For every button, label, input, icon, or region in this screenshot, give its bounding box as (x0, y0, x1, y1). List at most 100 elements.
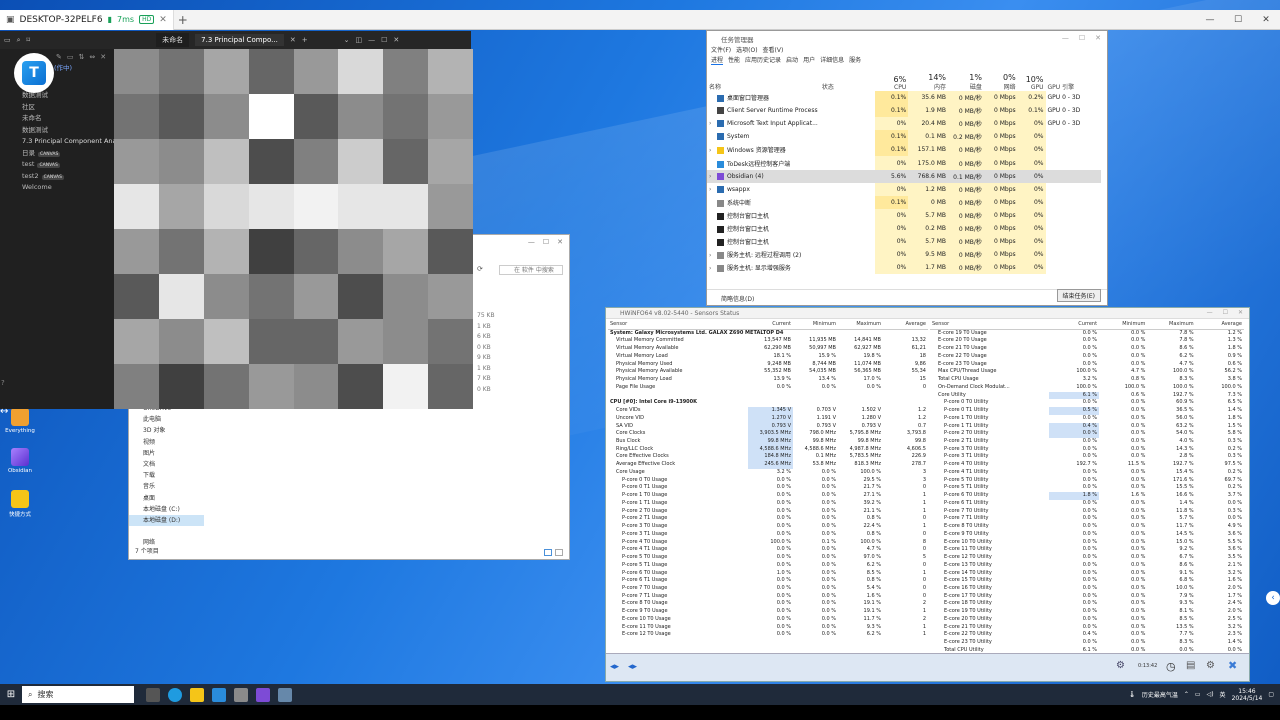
nav-item-pictures[interactable]: 图片 (129, 448, 204, 459)
sensor-row[interactable]: P-core 3 T0 Utility 0.0 % 0.0 % 14.3 % 0.2 % (930, 446, 1244, 454)
process-row[interactable]: 系统中断 0.1% 0 MB 0 MB/秒 0 Mbps 0% (707, 195, 1101, 209)
sensor-row[interactable]: P-core 0 T1 Usage 0.0 % 0.0 % 21.7 % 0 (608, 484, 928, 492)
sensor-row[interactable]: P-core 1 T0 Usage 0.0 % 0.0 % 27.1 % 1 (608, 492, 928, 500)
process-row[interactable]: › Windows 资源管理器 0.1% 157.1 MB 0 MB/秒 0 Mbps 0% (707, 143, 1101, 157)
nav-item-drive-d[interactable]: 本地磁盘 (D:) (129, 514, 204, 527)
settings-icon[interactable]: ⚙ (1206, 660, 1215, 671)
sensor-row[interactable]: E-core 19 T0 Utility 0.0 % 0.0 % 8.1 % 2.0 % (930, 608, 1244, 616)
sensor-row[interactable]: E-core 18 T0 Utility 0.0 % 0.0 % 9.3 % 2.4 % (930, 600, 1244, 608)
tab-services[interactable]: 服务 (849, 55, 861, 65)
sensor-row[interactable]: E-core 19 T0 Usage 0.0 % 0.0 % 7.8 % 1.2 % (930, 329, 1244, 337)
process-row[interactable]: 控制台窗口主机 0% 5.7 MB 0 MB/秒 0 Mbps 0% (707, 208, 1101, 222)
sensor-row[interactable]: P-core 0 T0 Utility 0.0 % 0.0 % 60.9 % 6.5 % (930, 399, 1244, 407)
minimize-icon[interactable]: — (1207, 309, 1213, 316)
expand-arrow-icon[interactable]: › (709, 147, 717, 154)
sensor-row[interactable]: E-core 13 T0 Utility 0.0 % 0.0 % 8.6 % 2.1 % (930, 562, 1244, 570)
sensor-row[interactable]: Bus Clock 99.8 MHz 99.8 MHz 99.8 MHz 99.8 (608, 438, 928, 446)
sensor-row[interactable]: P-core 5 T1 Utility 0.0 % 0.0 % 15.5 % 0.2 % (930, 484, 1244, 492)
arrows-right-icon[interactable]: ◂▸ (628, 662, 637, 672)
sensor-row[interactable]: Ring/LLC Clock 4,588.6 MHz 4,588.6 MHz 4,98… (608, 445, 928, 454)
refresh-icon[interactable]: ⟳ (477, 265, 483, 273)
col-gpu[interactable]: 10% GPU (1018, 71, 1046, 91)
sensor-row[interactable]: E-core 12 T0 Usage 0.0 % 0.0 % 6.2 % 1 (608, 631, 928, 639)
sensor-row[interactable]: P-core 4 T0 Usage 100.0 % 0.1 % 100.0 % 8 (608, 539, 928, 547)
close-icon[interactable]: ✕ (557, 238, 563, 246)
tab-pca-note[interactable]: 7.3 Principal Compo... (195, 34, 284, 46)
folder-icon[interactable]: ▭ (4, 36, 11, 44)
sensor-row[interactable]: E-core 23 T0 Usage 0.0 % 0.0 % 4.7 % 0.6 % (930, 361, 1244, 369)
nav-item-desktop[interactable]: 桌面 (129, 493, 204, 504)
sensor-row[interactable]: P-core 6 T0 Usage 1.0 % 0.0 % 8.5 % 1 (608, 570, 928, 578)
sensor-row[interactable]: E-core 17 T0 Utility 0.0 % 0.0 % 7.9 % 1.7 % (930, 593, 1244, 601)
close-icon[interactable]: ✕ (1238, 309, 1243, 316)
sensor-row[interactable]: E-core 21 T0 Utility 0.0 % 0.0 % 13.5 % 3.2 … (930, 624, 1244, 632)
chevron-up-icon[interactable]: ⌃ (1184, 691, 1189, 698)
sensor-row[interactable]: E-core 11 T0 Utility 0.0 % 0.0 % 9.2 % 3.6 % (930, 546, 1244, 554)
nav-item-this-pc[interactable]: 此电脑 (129, 414, 204, 425)
sensor-group-row[interactable]: System: Galaxy Microsystems Ltd. GALAX Z… (608, 329, 928, 337)
sensor-row[interactable]: Uncore VID 1.270 V 1.191 V 1.280 V 1.2 (608, 414, 928, 423)
sensor-row[interactable]: E-core 22 T0 Utility 0.4 % 0.0 % 7.7 % 2.3 % (930, 631, 1244, 639)
expand-arrow-icon[interactable]: › (709, 186, 717, 193)
sensor-row[interactable]: P-core 2 T0 Usage 0.0 % 0.0 % 21.1 % 1 (608, 508, 928, 516)
remote-session-tab[interactable]: ▣ DESKTOP-32PELF6 ▮ 7ms HD ✕ (0, 9, 174, 30)
process-row[interactable]: › 服务主机: 显示增强服务 0% 1.7 MB 0 MB/秒 0 Mbps 0% (707, 261, 1101, 275)
close-icon[interactable]: ✕ (1252, 10, 1280, 30)
sensor-row[interactable]: E-core 21 T0 Usage 0.0 % 0.0 % 8.6 % 1.8 % (930, 345, 1244, 353)
tab-untitled[interactable]: 未命名 (156, 33, 190, 47)
sensor-row[interactable]: Physical Memory Available 55,352 MB 54,035… (608, 368, 928, 376)
sensor-row[interactable]: E-core 10 T0 Usage 0.0 % 0.0 % 11.7 % 2 (608, 616, 928, 624)
nav-item-documents[interactable]: 文档 (129, 459, 204, 470)
desktop-icon-obsidian[interactable]: Obsidian (2, 448, 38, 474)
network-icon[interactable]: ▭ (1195, 691, 1201, 698)
tab-users[interactable]: 用户 (803, 55, 815, 65)
arrows-left-icon[interactable]: ◂▸ (610, 662, 619, 672)
menu-file[interactable]: 文件(F) (711, 45, 731, 55)
network-icon[interactable]: ⚙ (1116, 660, 1125, 671)
todesk-taskbar-icon[interactable] (212, 687, 226, 702)
sensor-row[interactable]: Average Effective Clock 245.6 MHz 53.8 MHz… (608, 461, 928, 469)
nav-item-drive-c[interactable]: 本地磁盘 (C:) (129, 504, 204, 515)
task-view-icon[interactable] (146, 687, 160, 702)
sensor-row[interactable]: P-core 1 T1 Utility 0.4 % 0.0 % 63.2 % 1.5 % (930, 422, 1244, 431)
sensor-row[interactable]: On-Demand Clock Modulat... 100.0 % 100.0 %… (930, 384, 1244, 392)
sensor-row[interactable]: E-core 11 T0 Usage 0.0 % 0.0 % 9.3 % 1 (608, 624, 928, 632)
sensor-row[interactable]: E-core 8 T0 Utility 0.0 % 0.0 % 11.7 % 4.9 % (930, 523, 1244, 531)
weather-text[interactable]: 历史最高气温 (1142, 690, 1178, 699)
tab-processes[interactable]: 进程 (711, 55, 724, 65)
sensor-row[interactable]: P-core 3 T1 Usage 0.0 % 0.0 % 0.8 % 0 (608, 531, 928, 539)
sensor-group-row[interactable]: CPU [#0]: Intel Core i9-13900K (608, 399, 928, 407)
fewer-details-link[interactable]: 简略信息(D) (721, 296, 754, 303)
new-note-icon[interactable]: ✎ (56, 53, 62, 63)
sensor-row[interactable]: Physical Memory Load 13.9 % 13.4 % 17.0 % 15 (608, 376, 928, 384)
sensor-row[interactable]: Core Effective Clocks 184.8 MHz 0.1 MHz 5,7… (608, 453, 928, 462)
col-disk[interactable]: 1% 磁盘 (948, 71, 984, 91)
nav-item-videos[interactable]: 视频 (129, 437, 204, 448)
nav-item-downloads[interactable]: 下载 (129, 470, 204, 481)
sensor-row[interactable]: Virtual Memory Load 18.1 % 15.9 % 19.8 % 18 (608, 353, 928, 361)
sensor-row[interactable]: Physical Memory Used 9,248 MB 8,744 MB 11,0… (608, 361, 928, 369)
report-icon[interactable]: ▤ (1186, 660, 1195, 671)
large-icons-view-icon[interactable] (555, 549, 563, 556)
sensor-row[interactable]: P-core 5 T1 Usage 0.0 % 0.0 % 6.2 % 0 (608, 562, 928, 570)
sensor-row[interactable]: Total CPU Usage 3.2 % 0.8 % 8.3 % 3.8 % (930, 376, 1244, 384)
sensor-row[interactable]: P-core 2 T0 Utility 0.0 % 0.0 % 54.0 % 5.8 % (930, 430, 1244, 439)
close-tab-icon[interactable]: ✕ (290, 36, 296, 44)
maximize-icon[interactable]: ☐ (1079, 34, 1085, 42)
volume-icon[interactable]: ◁) (1207, 691, 1214, 698)
quality-badge[interactable]: HD (139, 15, 155, 24)
expand-arrow-icon[interactable]: › (709, 120, 717, 127)
sidebar-item-canvas[interactable]: test2 CANVAS (0, 171, 114, 183)
sensor-row[interactable]: P-core 7 T1 Utility 0.0 % 0.0 % 5.7 % 0.0 % (930, 515, 1244, 523)
close-icon[interactable]: ✕ (393, 36, 399, 44)
sensor-row[interactable]: E-core 12 T0 Utility 0.0 % 0.0 % 6.7 % 3.5 % (930, 554, 1244, 562)
edge-icon[interactable] (168, 687, 182, 702)
process-row[interactable]: › 服务主机: 远程过程调用 (2) 0% 9.5 MB 0 MB/秒 0 Mbps 0% (707, 248, 1101, 262)
sensor-row[interactable]: E-core 9 T0 Utility 0.0 % 0.0 % 14.5 % 3.6 % (930, 531, 1244, 539)
maximize-icon[interactable]: ☐ (543, 238, 549, 246)
nav-item-3d-objects[interactable]: 3D 对象 (129, 425, 204, 436)
help-icon[interactable]: ? (1, 379, 5, 387)
sensor-row[interactable]: P-core 1 T1 Usage 0.0 % 0.0 % 39.2 % 1 (608, 500, 928, 508)
process-row[interactable]: 控制台窗口主机 0% 0.2 MB 0 MB/秒 0 Mbps 0% (707, 221, 1101, 236)
sidebar-toggle-icon[interactable]: ◫ (355, 36, 362, 44)
